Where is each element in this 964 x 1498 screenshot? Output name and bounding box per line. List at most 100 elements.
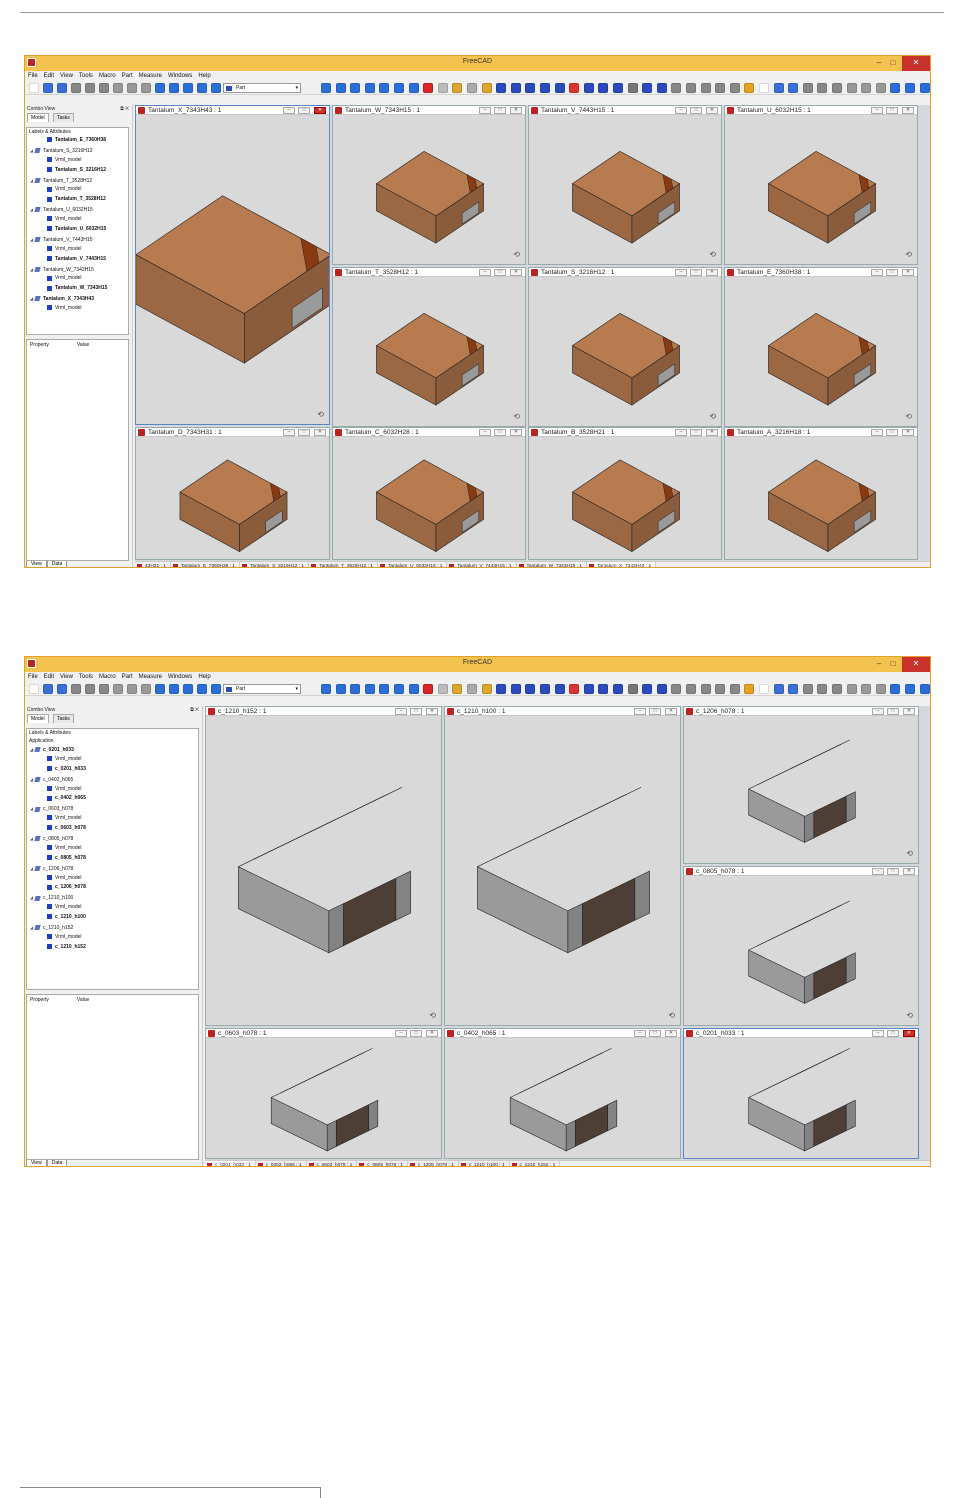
view-close-button[interactable]: ✕: [665, 708, 677, 715]
tree-document-item[interactable]: ◢ c_0603_h078: [27, 804, 198, 814]
toolbar-tool-icon[interactable]: [715, 684, 726, 694]
3d-view[interactable]: Tantalum_E_7360H38 : 1 – □ ✕ ⟲: [724, 267, 918, 427]
dock-controls[interactable]: ⧉ ✕: [190, 706, 199, 714]
view-minimize-button[interactable]: –: [283, 107, 295, 114]
toolbar-tool-icon[interactable]: [656, 684, 667, 694]
view-maximize-button[interactable]: □: [690, 429, 702, 436]
view-maximize-button[interactable]: □: [494, 429, 506, 436]
view-minimize-button[interactable]: –: [872, 868, 884, 875]
tree-object-item[interactable]: Vrml_model: [27, 933, 198, 943]
toolbar-tool-icon[interactable]: [127, 83, 137, 93]
document-tab[interactable]: 43H31 : 1: [135, 562, 171, 567]
toolbar-tool-icon[interactable]: [905, 83, 915, 93]
toolbar-tool-icon[interactable]: [817, 83, 828, 93]
menu-view[interactable]: View: [60, 73, 73, 79]
tree-object-item[interactable]: c_0402_h065: [27, 794, 198, 804]
toolbar-tool-icon[interactable]: [57, 684, 67, 694]
tab-view[interactable]: View: [26, 561, 47, 567]
tree-object-item[interactable]: Vrml_model: [27, 185, 128, 195]
toolbar-tool-icon[interactable]: [569, 684, 580, 694]
view-maximize-button[interactable]: □: [298, 107, 310, 114]
toolbar-tool-icon[interactable]: [423, 684, 434, 694]
toolbar-tool-icon[interactable]: [700, 83, 711, 93]
tree-document-item[interactable]: ◢ c_1206_h078: [27, 864, 198, 874]
menu-measure[interactable]: Measure: [139, 73, 162, 79]
view-maximize-button[interactable]: □: [410, 1030, 422, 1037]
document-tab[interactable]: Tantalum_S_3216H12 : 1: [240, 562, 310, 567]
toolbar-tool-icon[interactable]: [496, 83, 507, 93]
toolbar-tool-icon[interactable]: [905, 684, 915, 694]
tab-view[interactable]: View: [26, 1160, 47, 1166]
view-maximize-button[interactable]: □: [494, 107, 506, 114]
toolbar-tool-icon[interactable]: [861, 83, 872, 93]
tree-object-item[interactable]: c_0201_h033: [27, 765, 198, 775]
toolbar-tool-icon[interactable]: [169, 684, 179, 694]
tree-object-item[interactable]: c_1206_h078: [27, 883, 198, 893]
toolbar-tool-icon[interactable]: [169, 83, 179, 93]
tree-object-item[interactable]: Tantalum_E_7360H38: [27, 136, 128, 146]
view-close-button[interactable]: ✕: [903, 1030, 915, 1037]
tree-object-item[interactable]: Vrml_model: [27, 903, 198, 913]
3d-canvas[interactable]: [529, 277, 721, 426]
view-close-button[interactable]: ✕: [665, 1030, 677, 1037]
toolbar-tool-icon[interactable]: [452, 83, 463, 93]
3d-view[interactable]: c_0603_h078 : 1 – □ ✕: [205, 1028, 442, 1159]
tree-document-item[interactable]: ◢ c_1210_h152: [27, 923, 198, 933]
toolbar-tool-icon[interactable]: [211, 684, 221, 694]
tree-object-item[interactable]: Vrml_model: [27, 274, 128, 284]
3d-canvas[interactable]: [206, 1038, 441, 1158]
toolbar-tool-icon[interactable]: [155, 83, 165, 93]
view-close-button[interactable]: ✕: [426, 708, 438, 715]
menu-help[interactable]: Help: [198, 73, 210, 79]
toolbar-tool-icon[interactable]: [788, 83, 799, 93]
tab-model[interactable]: Model: [27, 714, 49, 723]
toolbar-tool-icon[interactable]: [99, 83, 109, 93]
toolbar-tool-icon[interactable]: [423, 83, 434, 93]
toolbar-tool-icon[interactable]: [788, 684, 799, 694]
tree-object-item[interactable]: Vrml_model: [27, 215, 128, 225]
tree-object-item[interactable]: Tantalum_W_7343H15: [27, 284, 128, 294]
toolbar-tool-icon[interactable]: [729, 83, 740, 93]
toolbar-tool-icon[interactable]: [183, 684, 193, 694]
menu-windows[interactable]: Windows: [168, 674, 192, 680]
view-close-button[interactable]: ✕: [903, 868, 915, 875]
tree-object-item[interactable]: c_0603_h078: [27, 824, 198, 834]
toolbar-tool-icon[interactable]: [127, 684, 137, 694]
toolbar-tool-icon[interactable]: [890, 83, 901, 93]
toolbar-tool-icon[interactable]: [113, 684, 123, 694]
view-minimize-button[interactable]: –: [872, 1030, 884, 1037]
toolbar-tool-icon[interactable]: [71, 83, 81, 93]
view-maximize-button[interactable]: □: [887, 708, 899, 715]
view-maximize-button[interactable]: □: [494, 269, 506, 276]
document-tab[interactable]: Tantalum_V_7443H15 : 1: [447, 562, 517, 567]
view-minimize-button[interactable]: –: [479, 429, 491, 436]
toolbar-tool-icon[interactable]: [321, 684, 331, 694]
view-minimize-button[interactable]: –: [395, 1030, 407, 1037]
tree-object-item[interactable]: Tantalum_S_3216H12: [27, 166, 128, 176]
toolbar-tool-icon[interactable]: [481, 83, 492, 93]
toolbar-tool-icon[interactable]: [554, 684, 565, 694]
view-close-button[interactable]: ✕: [314, 429, 326, 436]
toolbar-tool-icon[interactable]: [700, 684, 711, 694]
3d-view[interactable]: c_0201_h033 : 1 – □ ✕: [683, 1028, 919, 1159]
toolbar-tool-icon[interactable]: [919, 83, 930, 93]
3d-canvas[interactable]: [725, 437, 917, 559]
toolbar-tool-icon[interactable]: [408, 83, 419, 93]
document-tab[interactable]: c_0402_h065 : 1: [256, 1161, 307, 1166]
tree-object-item[interactable]: c_0805_h078: [27, 854, 198, 864]
toolbar-tool-icon[interactable]: [510, 83, 521, 93]
toolbar-tool-icon[interactable]: [379, 83, 390, 93]
3d-view[interactable]: Tantalum_B_3528H21 : 1 – □ ✕: [528, 427, 722, 560]
3d-view[interactable]: c_1210_h152 : 1 – □ ✕ ⟲: [205, 706, 442, 1026]
toolbar-tool-icon[interactable]: [467, 83, 477, 93]
toolbar-tool-icon[interactable]: [155, 684, 165, 694]
3d-view[interactable]: Tantalum_U_6032H15 : 1 – □ ✕ ⟲: [724, 105, 918, 265]
view-close-button[interactable]: ✕: [510, 107, 522, 114]
toolbar-tool-icon[interactable]: [183, 83, 193, 93]
toolbar-tool-icon[interactable]: [510, 684, 521, 694]
document-tab[interactable]: c_1206_h078 : 1: [408, 1161, 459, 1166]
toolbar-tool-icon[interactable]: [759, 684, 769, 694]
3d-canvas[interactable]: [136, 115, 329, 424]
document-tab[interactable]: c_1210_h100 : 1: [459, 1161, 510, 1166]
3d-canvas[interactable]: [445, 1038, 680, 1158]
